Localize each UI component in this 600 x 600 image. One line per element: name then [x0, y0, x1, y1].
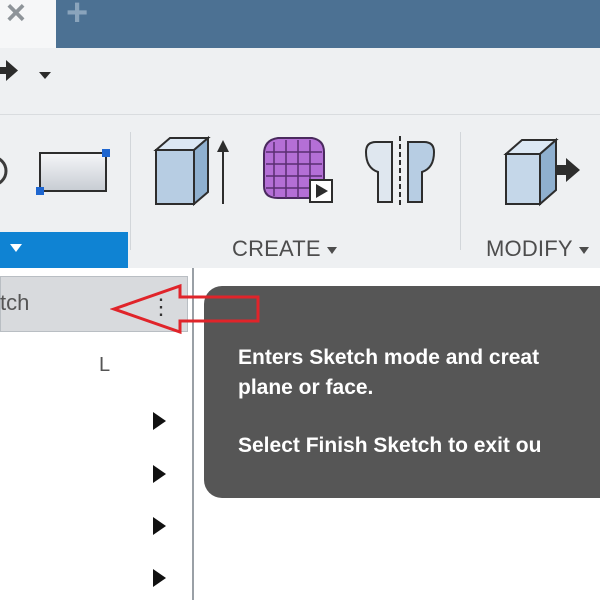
create-label: CREATE — [232, 236, 321, 261]
redo-icon[interactable] — [0, 58, 20, 84]
tooltip: Enters Sketch mode and creat plane or fa… — [204, 286, 600, 498]
sketch-group-chevron-icon[interactable] — [10, 244, 22, 252]
tab-bar-background — [56, 0, 600, 48]
menu-item-shortcut: L — [99, 354, 111, 376]
create-sketch-menu-label: tch — [0, 290, 30, 315]
redo-dropdown-chevron-icon[interactable] — [38, 70, 52, 80]
tooltip-line-3: Select Finish Sketch to exit ou — [238, 434, 542, 457]
submenu-arrow-icon[interactable] — [153, 569, 166, 587]
tooltip-line-1: Enters Sketch mode and creat — [238, 346, 540, 369]
document-tab-strip: × + — [0, 0, 600, 48]
close-tab-icon[interactable]: × — [6, 0, 26, 33]
create-sketch-icon[interactable] — [0, 150, 12, 192]
quick-access-toolbar — [0, 48, 600, 115]
ribbon-separator — [460, 132, 461, 250]
submenu-arrow-icon[interactable] — [153, 465, 166, 483]
modify-menu-button[interactable]: MODIFY — [486, 236, 589, 262]
chevron-down-icon — [578, 246, 589, 254]
submenu-arrow-icon[interactable] — [153, 517, 166, 535]
create-menu-button[interactable]: CREATE — [232, 236, 337, 262]
modify-label: MODIFY — [486, 236, 573, 261]
form-icon[interactable] — [258, 132, 338, 208]
rectangle-icon[interactable] — [36, 148, 110, 196]
press-pull-icon[interactable] — [500, 132, 584, 212]
new-tab-icon[interactable]: + — [66, 0, 88, 35]
document-tab[interactable]: × — [0, 0, 57, 48]
chevron-down-icon — [326, 246, 337, 254]
annotation-arrow-icon — [110, 283, 260, 335]
ribbon-separator — [130, 132, 131, 250]
submenu-arrow-icon[interactable] — [153, 412, 166, 430]
extrude-icon[interactable] — [150, 132, 234, 212]
mirror-icon[interactable] — [362, 132, 438, 208]
tooltip-line-2: plane or face. — [238, 376, 374, 399]
